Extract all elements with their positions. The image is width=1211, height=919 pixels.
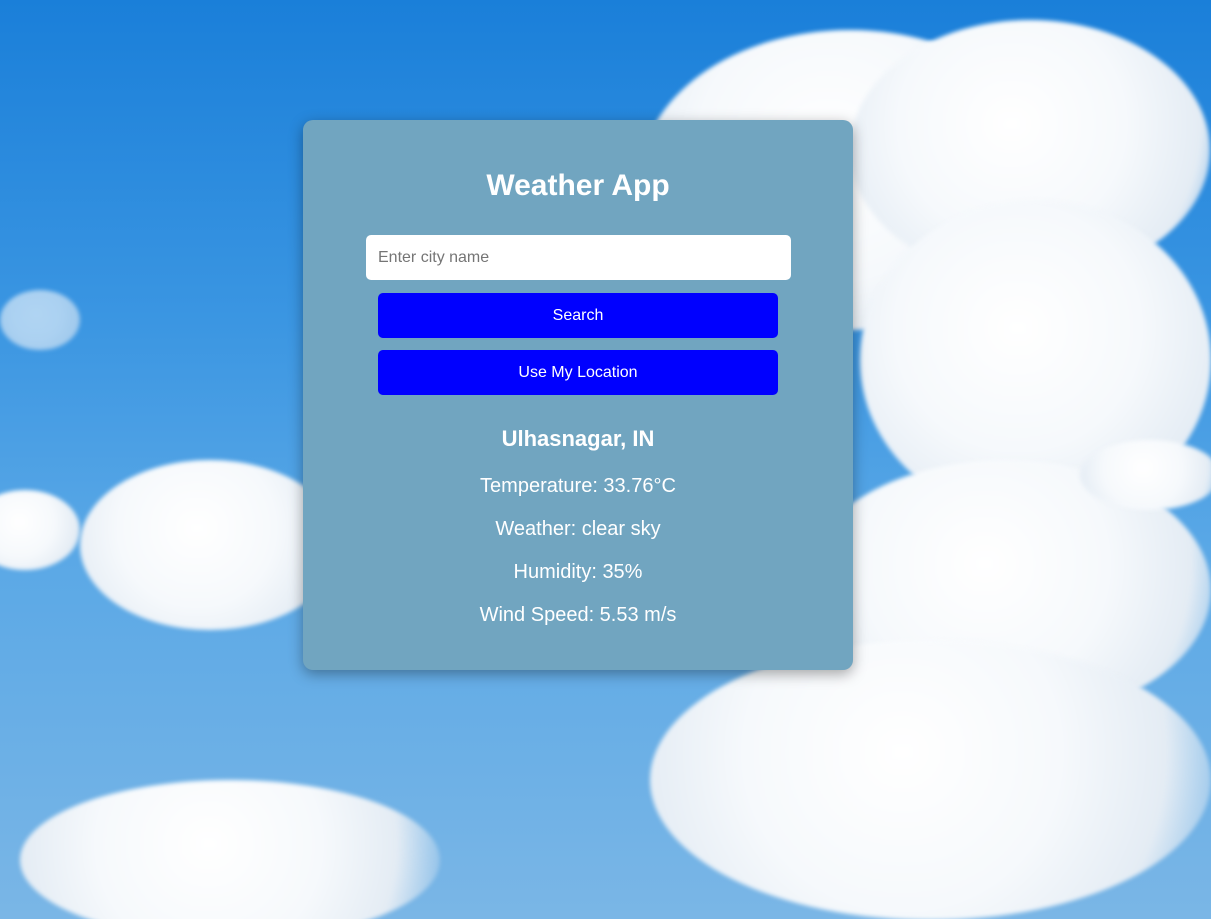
cloud-decoration [650, 640, 1211, 919]
cloud-decoration [0, 490, 80, 570]
cloud-decoration [1080, 440, 1211, 510]
result-wind-speed: Wind Speed: 5.53 m/s [479, 604, 677, 626]
app-title: Weather App [486, 169, 670, 202]
result-temperature: Temperature: 33.76°C [480, 475, 676, 497]
search-button[interactable]: Search [378, 293, 778, 338]
use-my-location-button[interactable]: Use My Location [378, 350, 778, 395]
cloud-decoration [80, 460, 340, 630]
cloud-decoration [20, 780, 440, 919]
weather-card: Weather App Search Use My Location Ulhas… [303, 120, 853, 670]
sky-background: Weather App Search Use My Location Ulhas… [0, 0, 1211, 919]
city-search-input[interactable] [366, 235, 791, 280]
result-city-name: Ulhasnagar, IN [501, 426, 655, 451]
cloud-decoration [0, 290, 80, 350]
result-weather-description: Weather: clear sky [495, 518, 661, 540]
result-humidity: Humidity: 35% [513, 561, 643, 583]
